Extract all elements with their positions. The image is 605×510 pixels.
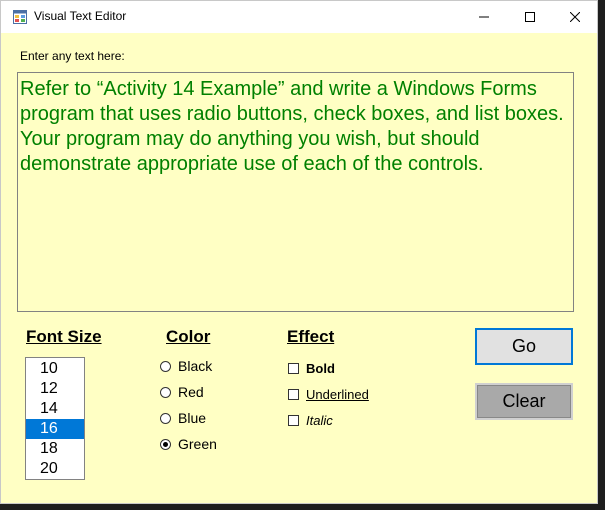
maximize-button[interactable] — [507, 1, 553, 33]
checkbox-box[interactable] — [288, 414, 299, 426]
minimize-button[interactable] — [461, 1, 507, 33]
text-input-area[interactable]: Refer to “Activity 14 Example” and write… — [17, 72, 574, 312]
radio-button-circle-selected[interactable] — [160, 438, 171, 450]
color-radio-black[interactable]: Black — [160, 357, 212, 375]
font-size-heading: Font Size — [26, 327, 102, 346]
effect-checkbox-underlined[interactable]: Underlined — [288, 385, 369, 403]
maximize-icon — [525, 12, 535, 22]
minimize-icon — [479, 16, 489, 18]
font-size-option-18[interactable]: 18 — [26, 439, 84, 459]
radio-button-circle[interactable] — [160, 360, 171, 372]
main-window: Visual Text Editor Enter any text here: … — [0, 0, 598, 504]
text-prompt-label: Enter any text here: — [20, 49, 125, 63]
color-radio-green[interactable]: Green — [160, 435, 217, 453]
radio-button-circle[interactable] — [160, 412, 171, 424]
effect-checkbox-italic[interactable]: Italic — [288, 411, 333, 429]
color-radio-blue[interactable]: Blue — [160, 409, 206, 427]
effect-checkbox-bold[interactable]: Bold — [288, 359, 335, 377]
desktop-background-edge — [598, 0, 605, 510]
title-bar[interactable]: Visual Text Editor — [1, 1, 597, 33]
checkbox-box[interactable] — [288, 388, 299, 400]
color-radio-label: Green — [178, 436, 217, 452]
clear-button[interactable]: Clear — [475, 383, 573, 420]
window-form-icon — [13, 10, 27, 24]
color-heading: Color — [166, 327, 211, 346]
effect-heading: Effect — [287, 327, 335, 346]
font-size-option-14[interactable]: 14 — [26, 399, 84, 419]
close-button[interactable] — [552, 1, 598, 33]
radio-button-circle[interactable] — [160, 386, 171, 398]
effect-checkbox-label: Underlined — [306, 386, 369, 402]
go-button[interactable]: Go — [475, 328, 573, 365]
font-size-listbox[interactable]: 10 12 14 16 18 20 — [25, 357, 85, 480]
color-radio-label: Black — [178, 358, 213, 374]
color-radio-label: Blue — [178, 410, 207, 426]
font-size-option-10[interactable]: 10 — [26, 359, 84, 379]
close-icon — [570, 12, 580, 22]
font-size-option-16[interactable]: 16 — [26, 419, 84, 439]
checkbox-box[interactable] — [288, 362, 299, 374]
font-size-option-12[interactable]: 12 — [26, 379, 84, 399]
color-radio-red[interactable]: Red — [160, 383, 204, 401]
font-size-option-20[interactable]: 20 — [26, 459, 84, 479]
effect-checkbox-label: Bold — [306, 360, 335, 376]
radio-selected-dot — [163, 441, 168, 447]
effect-checkbox-label: Italic — [306, 412, 333, 428]
color-radio-label: Red — [178, 384, 204, 400]
window-title: Visual Text Editor — [34, 9, 127, 23]
